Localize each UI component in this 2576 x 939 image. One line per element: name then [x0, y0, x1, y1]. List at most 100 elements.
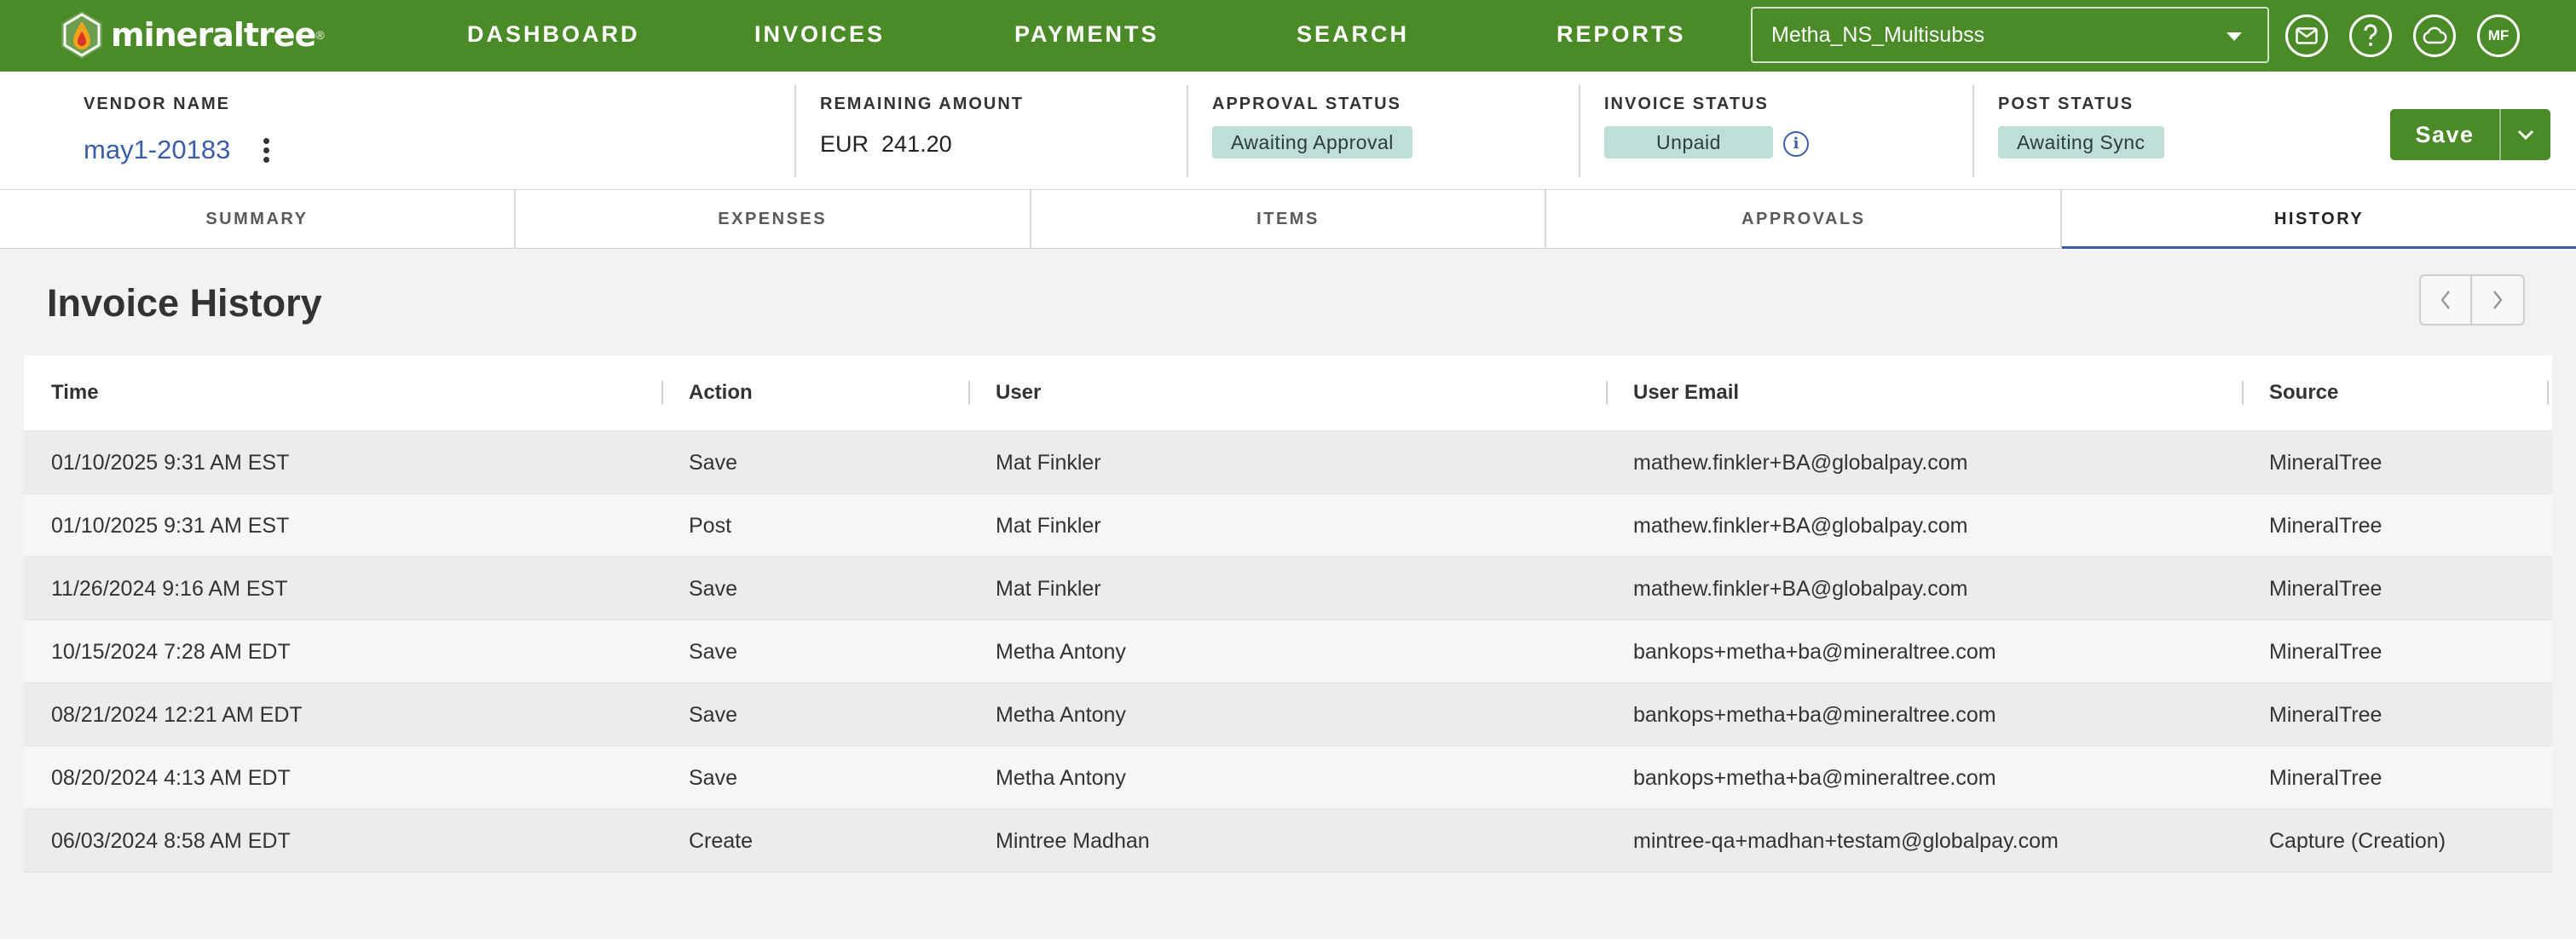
cell-source: Capture (Creation) — [2269, 829, 2446, 853]
divider — [1579, 85, 1580, 177]
mineraltree-logo[interactable]: mineraltree ® — [56, 9, 325, 61]
cell-action: Save — [689, 640, 737, 664]
table-row[interactable]: 11/26/2024 9:16 AM EST Save Mat Finkler … — [24, 556, 2552, 619]
column-separator[interactable] — [2547, 381, 2549, 405]
column-header-action[interactable]: Action — [689, 355, 753, 430]
entity-selector-value: Metha_NS_Multisubss — [1771, 23, 1985, 47]
cell-action: Save — [689, 703, 737, 727]
logo-registered-mark: ® — [315, 28, 325, 42]
cloud-sync-icon[interactable] — [2413, 14, 2456, 57]
avatar-initials: MF — [2487, 27, 2510, 43]
next-page-button[interactable] — [2472, 274, 2525, 325]
logo-drop-icon — [56, 9, 107, 60]
cell-time: 08/21/2024 12:21 AM EDT — [51, 703, 303, 727]
post-status-label: POST STATUS — [1998, 95, 2134, 113]
column-header-user-email[interactable]: User Email — [1633, 355, 1739, 430]
table-row[interactable]: 08/21/2024 12:21 AM EDT Save Metha Anton… — [24, 683, 2552, 746]
table-row[interactable]: 08/20/2024 4:13 AM EDT Save Metha Antony… — [24, 746, 2552, 809]
user-avatar[interactable]: MF — [2477, 14, 2520, 57]
invoice-tabs: SUMMARY EXPENSES ITEMS APPROVALS HISTORY — [0, 190, 2576, 249]
cell-action: Save — [689, 577, 737, 601]
tab-items[interactable]: ITEMS — [1031, 190, 1547, 249]
cell-source: MineralTree — [2269, 766, 2383, 790]
cell-time: 08/20/2024 4:13 AM EDT — [51, 766, 291, 790]
cell-time: 11/26/2024 9:16 AM EST — [51, 577, 288, 601]
table-row[interactable]: 10/15/2024 7:28 AM EDT Save Metha Antony… — [24, 619, 2552, 683]
column-header-time[interactable]: Time — [51, 355, 99, 430]
chevron-left-icon — [2440, 291, 2450, 309]
table-body: 01/10/2025 9:31 AM EST Save Mat Finkler … — [24, 430, 2552, 873]
cell-source: MineralTree — [2269, 577, 2383, 601]
cell-user: Mat Finkler — [996, 577, 1101, 601]
remaining-amount-value: EUR 241.20 — [820, 131, 952, 158]
kebab-menu-icon[interactable] — [257, 136, 274, 167]
cell-action: Create — [689, 829, 754, 853]
help-icon[interactable] — [2349, 14, 2392, 57]
tab-approvals[interactable]: APPROVALS — [1546, 190, 2063, 249]
cell-source: MineralTree — [2269, 451, 2383, 475]
cell-action: Post — [689, 514, 732, 538]
post-status-badge: Awaiting Sync — [1998, 126, 2164, 158]
vendor-name-link[interactable]: may1-20183 — [84, 135, 230, 165]
cell-user-email: mathew.finkler+BA@globalpay.com — [1633, 577, 1968, 601]
cell-action: Save — [689, 766, 737, 790]
column-header-source[interactable]: Source — [2269, 355, 2338, 430]
cell-source: MineralTree — [2269, 514, 2383, 538]
save-options-button[interactable] — [2499, 109, 2550, 160]
nav-dashboard[interactable]: DASHBOARD — [467, 17, 640, 51]
column-separator[interactable] — [968, 381, 970, 405]
history-table: Time Action User User Email Source 01/10… — [24, 355, 2552, 873]
cell-user-email: bankops+metha+ba@mineraltree.com — [1633, 640, 1996, 664]
cell-source: MineralTree — [2269, 640, 2383, 664]
vendor-name-label: VENDOR NAME — [84, 95, 231, 113]
cell-user: Mintree Madhan — [996, 829, 1150, 853]
cell-user: Metha Antony — [996, 766, 1126, 790]
chevron-right-icon — [2493, 291, 2503, 309]
cell-time: 10/15/2024 7:28 AM EDT — [51, 640, 291, 664]
nav-reports[interactable]: REPORTS — [1557, 17, 1686, 51]
nav-search[interactable]: SEARCH — [1297, 17, 1409, 51]
logo-text: mineraltree — [111, 16, 316, 54]
cell-time: 06/03/2024 8:58 AM EDT — [51, 829, 291, 853]
cell-user-email: bankops+metha+ba@mineraltree.com — [1633, 703, 1996, 727]
currency: EUR — [820, 131, 869, 157]
page-title: Invoice History — [47, 281, 322, 325]
nav-payments[interactable]: PAYMENTS — [1014, 17, 1159, 51]
tab-expenses[interactable]: EXPENSES — [516, 190, 1031, 249]
cell-time: 01/10/2025 9:31 AM EST — [51, 514, 290, 538]
approval-status-badge: Awaiting Approval — [1212, 126, 1412, 158]
mail-icon[interactable] — [2285, 14, 2328, 57]
tab-summary[interactable]: SUMMARY — [0, 190, 516, 249]
divider — [794, 85, 796, 177]
column-header-user[interactable]: User — [996, 355, 1041, 430]
cell-action: Save — [689, 451, 737, 475]
entity-selector[interactable]: Metha_NS_Multisubss — [1751, 7, 2269, 63]
cell-user: Mat Finkler — [996, 514, 1101, 538]
info-icon[interactable]: i — [1783, 131, 1809, 157]
column-separator[interactable] — [2242, 381, 2244, 405]
table-header: Time Action User User Email Source — [24, 355, 2552, 430]
column-separator[interactable] — [661, 381, 663, 405]
top-navbar: mineraltree ® DASHBOARD INVOICES PAYMENTS… — [0, 0, 2576, 72]
amount-value: 241.20 — [881, 131, 952, 157]
approval-status-label: APPROVAL STATUS — [1212, 95, 1401, 113]
column-separator[interactable] — [1606, 381, 1608, 405]
cell-user: Metha Antony — [996, 703, 1126, 727]
invoice-header: VENDOR NAME may1-20183 REMAINING AMOUNT … — [0, 72, 2576, 190]
table-row[interactable]: 01/10/2025 9:31 AM EST Save Mat Finkler … — [24, 430, 2552, 493]
previous-page-button[interactable] — [2419, 274, 2472, 325]
remaining-amount-label: REMAINING AMOUNT — [820, 95, 1025, 113]
cell-source: MineralTree — [2269, 703, 2383, 727]
cell-user-email: bankops+metha+ba@mineraltree.com — [1633, 766, 1996, 790]
save-button[interactable]: Save — [2390, 109, 2499, 160]
cell-user-email: mintree-qa+madhan+testam@globalpay.com — [1633, 829, 2059, 853]
chevron-down-icon — [2517, 130, 2534, 141]
table-row[interactable]: 06/03/2024 8:58 AM EDT Create Mintree Ma… — [24, 809, 2552, 872]
nav-invoices[interactable]: INVOICES — [754, 17, 885, 51]
chevron-down-icon — [2227, 32, 2242, 41]
cell-user: Mat Finkler — [996, 451, 1101, 475]
cell-time: 01/10/2025 9:31 AM EST — [51, 451, 290, 475]
save-button-group: Save — [2390, 109, 2552, 160]
tab-history[interactable]: HISTORY — [2062, 190, 2576, 249]
table-row[interactable]: 01/10/2025 9:31 AM EST Post Mat Finkler … — [24, 493, 2552, 556]
